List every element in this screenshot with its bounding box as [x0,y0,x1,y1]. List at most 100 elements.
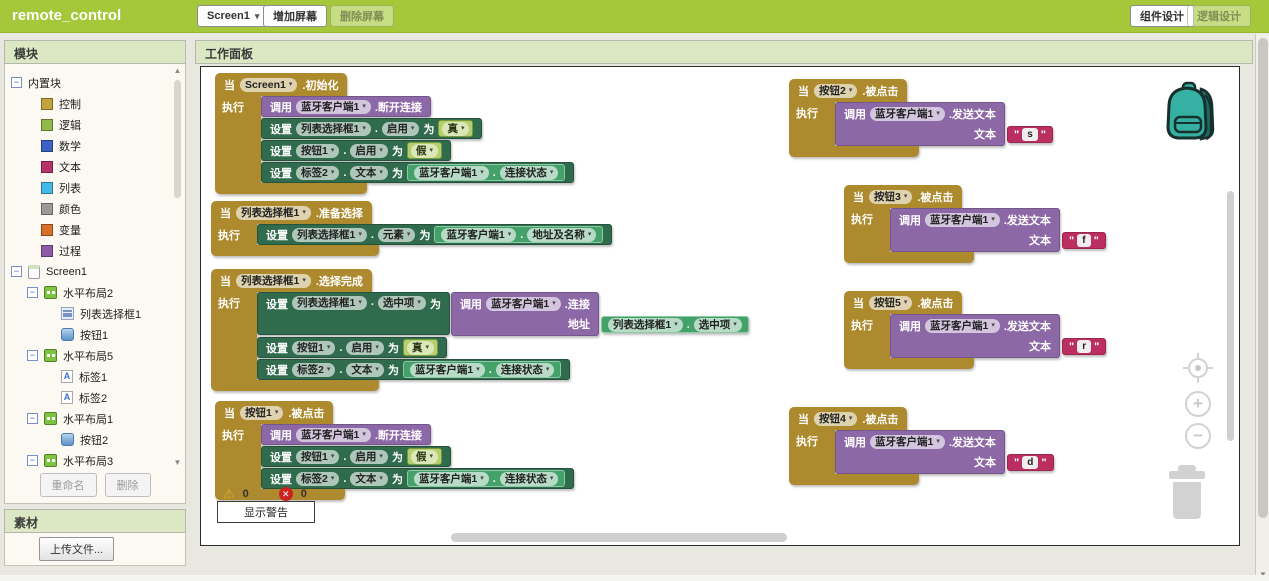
call-connect-block[interactable]: 调用 蓝牙客户端1 .连接 地址 列表选择框1 . 选中项 [451,292,599,336]
logic-true-block[interactable]: 真 [403,339,438,356]
call-sendtext-block[interactable]: 调用 蓝牙客户端1 .发送文本 文本 d [835,430,1005,474]
collapse-toggle-icon[interactable]: − [27,287,38,298]
property-dropdown[interactable]: 文本 [346,363,384,377]
component-dropdown[interactable]: 蓝牙客户端1 [486,297,561,311]
call-disconnect-block[interactable]: 调用 蓝牙客户端1 .断开连接 [261,96,431,117]
call-sendtext-block[interactable]: 调用 蓝牙客户端1 .发送文本 文本 s [835,102,1005,146]
component-dropdown[interactable]: 标签2 [296,472,339,486]
component-dropdown[interactable]: 蓝牙客户端1 [296,100,371,114]
tree-item-variable[interactable]: 变量 [11,219,185,240]
tree-item-button2[interactable]: 按钮2 [11,429,185,450]
tree-item-list[interactable]: 列表 [11,177,185,198]
trash-icon[interactable] [1165,465,1209,526]
block-listpicker-afterpicking[interactable]: 当 列表选择框1 .选择完成 执行 设置 列表选择框1 . 选中项 为 调用 蓝… [211,269,599,391]
tree-item-hlayout1[interactable]: − 水平布局1 [11,408,185,429]
set-text-block[interactable]: 设置 标签2 . 文本 为 蓝牙客户端1 . 连接状态 [261,162,574,183]
block-button5-click[interactable]: 当 按钮5 .被点击 执行 调用 蓝牙客户端1 .发送文本 文本 r [844,291,1060,369]
property-dropdown[interactable]: 文本 [350,166,388,180]
collapse-toggle-icon[interactable]: − [27,350,38,361]
property-dropdown[interactable]: 文本 [350,472,388,486]
text-string-block[interactable]: d [1007,454,1054,471]
tree-item-hlayout5[interactable]: − 水平布局5 [11,345,185,366]
collapse-toggle-icon[interactable]: − [27,413,38,424]
block-listpicker-beforepicking[interactable]: 当 列表选择框1 .准备选择 执行 设置 列表选择框1 . 元素 为 蓝牙客户端… [211,201,612,256]
component-dropdown[interactable]: 列表选择框1 [296,122,371,136]
component-dropdown[interactable]: 蓝牙客户端1 [870,107,945,121]
component-dropdown[interactable]: Screen1 [240,78,297,92]
tree-item-hlayout3[interactable]: − 水平布局3 [11,450,185,471]
collapse-toggle-icon[interactable]: − [27,455,38,466]
logic-false-block[interactable]: 假 [407,448,442,465]
tree-item-text[interactable]: 文本 [11,156,185,177]
set-enabled-block[interactable]: 设置 按钮1 . 启用 为 真 [257,337,447,358]
call-sendtext-block[interactable]: 调用 蓝牙客户端1 .发送文本 文本 f [890,208,1060,252]
warning-icon[interactable]: ⚠ [223,486,235,502]
tree-item-screen1[interactable]: − Screen1 [11,261,185,282]
component-dropdown[interactable]: 按钮1 [240,406,283,420]
rename-button[interactable]: 重命名 [40,473,97,497]
scrollbar-thumb[interactable] [1258,38,1268,518]
property-dropdown[interactable]: 启用 [346,341,384,355]
tree-item-procedure[interactable]: 过程 [11,240,185,261]
error-icon[interactable]: ✕ [279,487,293,501]
scrollbar-thumb[interactable] [174,80,181,198]
tree-item-logic[interactable]: 逻辑 [11,114,185,135]
tree-item-label1[interactable]: A 标签1 [11,366,185,387]
screen-selector[interactable]: Screen1 [197,5,269,27]
page-scrollbar[interactable]: ▼ [1255,34,1269,581]
tree-scrollbar[interactable]: ▲ ▼ [172,66,183,468]
set-text-block[interactable]: 设置 标签2 . 文本 为 蓝牙客户端1 . 连接状态 [261,468,574,489]
set-elements-block[interactable]: 设置 列表选择框1 . 元素 为 蓝牙客户端1 . 地址及名称 [257,224,612,245]
component-dropdown[interactable]: 按钮1 [296,144,339,158]
set-enabled-block[interactable]: 设置 按钮1 . 启用 为 假 [261,140,451,161]
text-string-block[interactable]: f [1062,232,1106,249]
block-screen1-initialize[interactable]: 当 Screen1 .初始化 执行 调用 蓝牙客户端1 .断开连接 设置 列表选… [215,73,574,194]
delete-button[interactable]: 删除 [105,473,151,497]
center-blocks-icon[interactable] [1183,353,1213,388]
tree-item-listpicker1[interactable]: 列表选择框1 [11,303,185,324]
scroll-down-icon[interactable]: ▼ [172,458,183,468]
show-warnings-button[interactable]: 显示警告 [217,501,315,523]
component-dropdown[interactable]: 列表选择框1 [236,274,311,288]
getter-block[interactable]: 蓝牙客户端1 . 连接状态 [407,470,565,487]
getter-block[interactable]: 列表选择框1 . 选中项 [601,316,749,333]
zoom-out-icon[interactable]: − [1185,423,1211,449]
set-selection-block[interactable]: 设置 列表选择框1 . 选中项 为 [257,292,450,335]
tree-item-color[interactable]: 颜色 [11,198,185,219]
tree-item-control[interactable]: 控制 [11,93,185,114]
component-dropdown[interactable]: 列表选择框1 [292,228,367,242]
component-dropdown[interactable]: 蓝牙客户端1 [296,428,371,442]
getter-block[interactable]: 蓝牙客户端1 . 连接状态 [403,361,561,378]
property-dropdown[interactable]: 元素 [378,228,416,242]
block-button3-click[interactable]: 当 按钮3 .被点击 执行 调用 蓝牙客户端1 .发送文本 文本 f [844,185,1060,263]
component-dropdown[interactable]: 标签2 [296,166,339,180]
collapse-toggle-icon[interactable]: − [11,77,22,88]
tree-item-builtin[interactable]: − 内置块 [11,72,185,93]
getter-block[interactable]: 蓝牙客户端1 . 连接状态 [407,164,565,181]
component-dropdown[interactable]: 列表选择框1 [292,296,367,310]
blocks-canvas[interactable]: 当 Screen1 .初始化 执行 调用 蓝牙客户端1 .断开连接 设置 列表选… [200,66,1240,546]
backpack-icon[interactable] [1161,81,1221,152]
logic-true-block[interactable]: 真 [438,120,473,137]
component-dropdown[interactable]: 按钮3 [869,190,912,204]
component-dropdown[interactable]: 蓝牙客户端1 [870,435,945,449]
component-dropdown[interactable]: 按钮4 [814,412,857,426]
property-dropdown[interactable]: 启用 [382,122,420,136]
component-dropdown[interactable]: 列表选择框1 [236,206,311,220]
property-dropdown[interactable]: 启用 [350,450,388,464]
canvas-horizontal-scrollbar[interactable] [451,533,787,542]
component-dropdown[interactable]: 按钮2 [814,84,857,98]
set-enabled-block[interactable]: 设置 列表选择框1 . 启用 为 真 [261,118,482,139]
tree-item-label2[interactable]: A 标签2 [11,387,185,408]
canvas-vertical-scrollbar[interactable] [1227,191,1234,441]
set-text-block[interactable]: 设置 标签2 . 文本 为 蓝牙客户端1 . 连接状态 [257,359,570,380]
property-dropdown[interactable]: 启用 [350,144,388,158]
property-dropdown[interactable]: 选中项 [378,296,426,310]
tree-item-hlayout2[interactable]: − 水平布局2 [11,282,185,303]
text-string-block[interactable]: s [1007,126,1053,143]
component-dropdown[interactable]: 蓝牙客户端1 [925,213,1000,227]
getter-block[interactable]: 蓝牙客户端1 . 地址及名称 [434,226,603,243]
scroll-up-icon[interactable]: ▲ [172,66,183,76]
tree-item-button1[interactable]: 按钮1 [11,324,185,345]
component-dropdown[interactable]: 按钮1 [296,450,339,464]
